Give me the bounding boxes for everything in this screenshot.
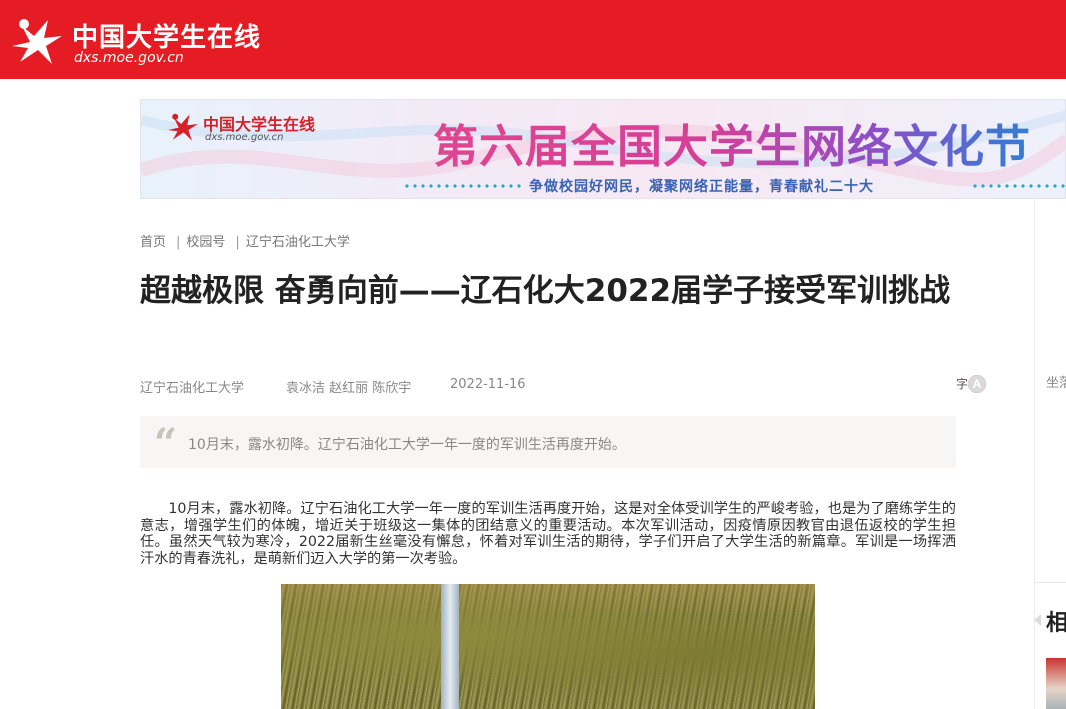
site-header: 中国大学生在线 dxs.moe.gov.cn [0,0,1066,79]
sidebar-text-fragment: 坐落 [1046,376,1066,391]
breadcrumb-university[interactable]: 辽宁石油化工大学 [246,235,350,250]
article-title: 超越极限 奋勇向前——辽石化大2022届学子接受军训挑战 [140,273,951,309]
article-date: 2022-11-16 [450,377,526,392]
font-size-large-button[interactable]: A [968,375,986,393]
logo-text: 中国大学生在线 [72,23,262,53]
article-source: 辽宁石油化工大学 [140,381,245,396]
photo-pole [441,584,459,709]
banner-logo-url: dxs.moe.gov.cn [205,132,284,143]
sidebar-arrow-icon[interactable] [1034,614,1041,626]
breadcrumb: 首页 | 校园号 | 辽宁石油化工大学 [140,235,350,250]
dots-decoration [971,184,1065,188]
breadcrumb-home[interactable]: 首页 [140,235,166,250]
article-authors: 袁冰洁 赵红丽 陈欣宇 [286,381,412,396]
breadcrumb-campus-account[interactable]: 校园号 [186,235,225,250]
logo-runner-icon [12,19,62,64]
dots-decoration [403,184,523,188]
article-paragraph: 10月末，露水初降。辽宁石油化工大学一年一度的军训生活再度开始，这是对全体受训学… [140,501,956,567]
sidebar-thumbnail[interactable] [1046,658,1066,709]
banner-logo-icon [168,113,198,141]
banner-slogan: 争做校园好网民，凝聚网络正能量，青春献礼二十大 [529,179,874,195]
article-photo [281,584,815,709]
festival-banner[interactable]: 中国大学生在线 dxs.moe.gov.cn 第六届全国大学生网络文化节 争做校… [140,99,1066,199]
quote-icon: “ [154,420,178,467]
article-meta: 辽宁石油化工大学 袁冰洁 赵红丽 陈欣宇 2022-11-16 字号: A A … [140,375,986,397]
banner-title: 第六届全国大学生网络文化节 [433,110,1031,175]
article-summary: “ 10月末，露水初降。辽宁石油化工大学一年一度的军训生活再度开始。 [140,416,956,468]
summary-text: 10月末，露水初降。辽宁石油化工大学一年一度的军训生活再度开始。 [188,437,626,453]
logo-url: dxs.moe.gov.cn [74,50,184,66]
sidebar-divider [1034,199,1035,709]
sidebar-rule [1034,582,1066,583]
site-logo-link[interactable]: 中国大学生在线 dxs.moe.gov.cn [8,14,262,66]
banner-slogan-row: 争做校园好网民，凝聚网络正能量，青春献礼二十大 [403,176,1065,195]
sidebar-heading: 相 [1046,611,1066,636]
